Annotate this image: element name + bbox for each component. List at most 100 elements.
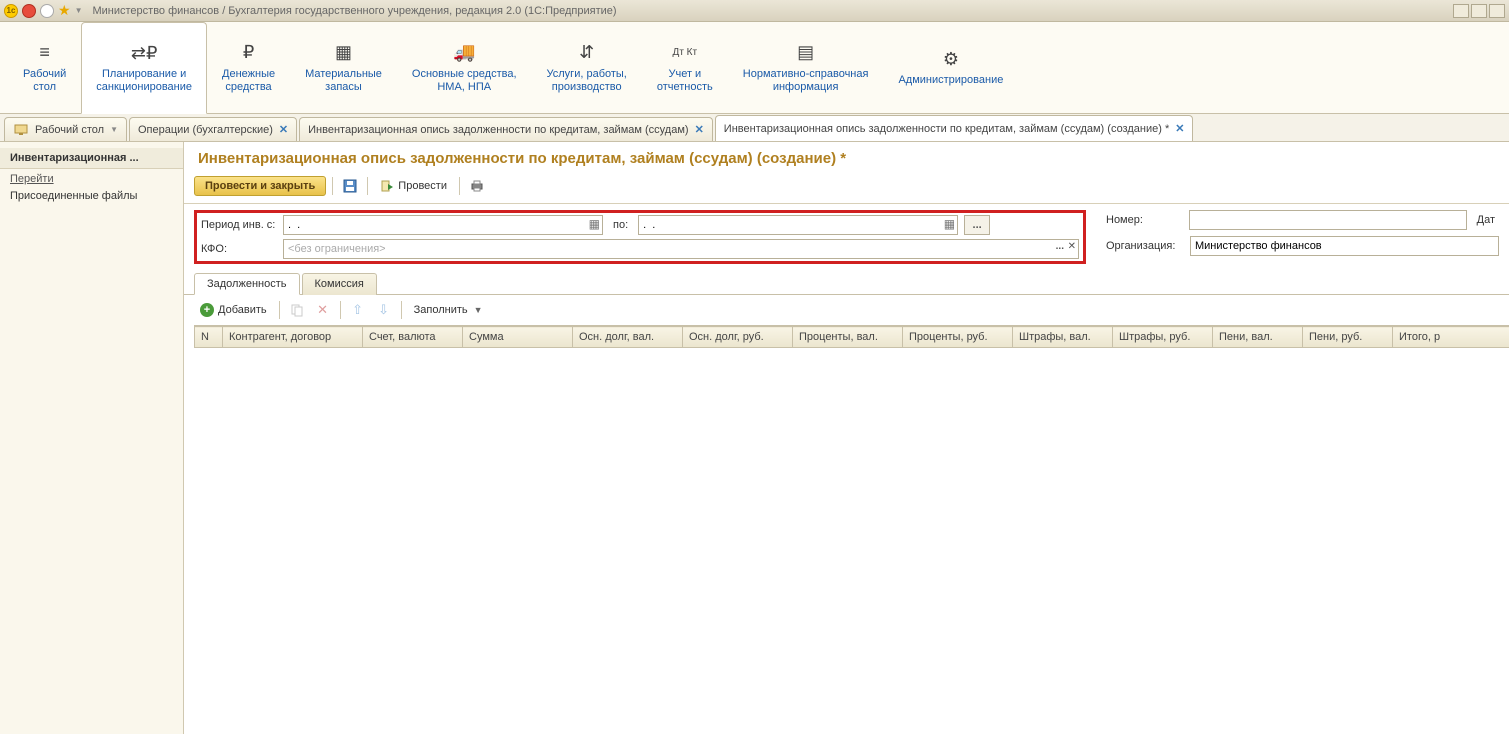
separator — [401, 301, 402, 319]
calendar-icon[interactable]: ▦ — [589, 217, 600, 231]
period-from-label: Период инв. с: — [201, 219, 277, 231]
period-from-input[interactable]: ▦ — [283, 215, 603, 235]
add-row-button[interactable]: + Добавить — [194, 301, 273, 319]
titlebar-button-2[interactable] — [1471, 4, 1487, 18]
col-penalty-val[interactable]: Пени, вал. — [1213, 327, 1303, 348]
ruble-icon: ₽ — [243, 42, 254, 64]
titlebar-button-3[interactable] — [1489, 4, 1505, 18]
col-principal-val[interactable]: Осн. долг, вал. — [573, 327, 683, 348]
chevron-down-icon[interactable]: ▼ — [110, 125, 118, 134]
doctab-inventory-create[interactable]: Инвентаризационная опись задолженности п… — [715, 115, 1194, 141]
save-icon[interactable] — [339, 175, 361, 197]
number-label: Номер: — [1106, 214, 1183, 226]
kfo-placeholder: <без ограничения> — [288, 243, 386, 255]
chevron-down-icon: ▼ — [474, 305, 483, 315]
tab-debt[interactable]: Задолженность — [194, 273, 300, 295]
print-icon[interactable] — [466, 175, 488, 197]
org-label: Организация: — [1106, 240, 1184, 252]
col-total[interactable]: Итого, р — [1393, 327, 1509, 348]
doctab-label: Операции (бухгалтерские) — [138, 124, 273, 136]
kfo-input[interactable]: <без ограничения> ... ✕ — [283, 239, 1079, 259]
col-interest-rub[interactable]: Проценты, руб. — [903, 327, 1013, 348]
sidepanel-goto-label: Перейти — [0, 169, 183, 187]
period-select-button[interactable]: ... — [964, 215, 990, 235]
doctab-label: Инвентаризационная опись задолженности п… — [308, 124, 688, 136]
period-to-input[interactable]: ▦ — [638, 215, 958, 235]
section-assets[interactable]: 🚚 Основные средства,НМА, НПА — [397, 22, 532, 113]
move-up-icon[interactable]: ⇧ — [347, 299, 369, 321]
post-and-close-button[interactable]: Провести и закрыть — [194, 176, 326, 196]
col-penalty-rub[interactable]: Пени, руб. — [1303, 327, 1393, 348]
section-services[interactable]: ⇵ Услуги, работы,производство — [532, 22, 642, 113]
exchange-icon: ⇄₽ — [131, 42, 158, 64]
kfo-label: КФО: — [201, 243, 277, 255]
book-icon: ▤ — [797, 42, 814, 64]
section-label: Материальные — [305, 68, 382, 80]
sections-panel: ≡ Рабочийстол ⇄₽ Планирование исанкциони… — [0, 22, 1509, 114]
post-button[interactable]: Провести — [374, 175, 453, 197]
hamburger-icon: ≡ — [39, 42, 50, 64]
copy-row-icon[interactable] — [286, 299, 308, 321]
separator — [332, 177, 333, 195]
number-input[interactable] — [1189, 210, 1466, 230]
separator — [340, 301, 341, 319]
section-accounting[interactable]: Дт Кт Учет иотчетность — [642, 22, 728, 113]
titlebar-button-1[interactable] — [1453, 4, 1469, 18]
window-title: Министерство финансов / Бухгалтерия госу… — [92, 5, 616, 17]
separator — [279, 301, 280, 319]
fill-button[interactable]: Заполнить ▼ — [408, 302, 489, 318]
add-label: Добавить — [218, 304, 267, 316]
section-desktop[interactable]: ≡ Рабочийстол — [8, 22, 81, 113]
section-admin[interactable]: ⚙ Администрирование — [883, 22, 1018, 113]
window-titlebar: 1c ★ ▼ Министерство финансов / Бухгалтер… — [0, 0, 1509, 22]
move-down-icon[interactable]: ⇩ — [373, 299, 395, 321]
dropdown-arrow-icon[interactable]: ▼ — [75, 6, 83, 15]
section-label: Администрирование — [898, 74, 1003, 86]
doctab-desktop[interactable]: Рабочий стол ▼ — [4, 117, 127, 141]
sidepanel-head: Инвентаризационная ... — [0, 148, 183, 169]
dtkt-icon: Дт Кт — [673, 42, 698, 64]
col-fines-val[interactable]: Штрафы, вал. — [1013, 327, 1113, 348]
doctab-label: Инвентаризационная опись задолженности п… — [724, 123, 1169, 135]
col-fines-rub[interactable]: Штрафы, руб. — [1113, 327, 1213, 348]
col-contractor[interactable]: Контрагент, договор — [223, 327, 363, 348]
section-label: Планирование и — [102, 68, 186, 80]
col-principal-rub[interactable]: Осн. долг, руб. — [683, 327, 793, 348]
calendar-icon[interactable]: ▦ — [944, 217, 955, 231]
sidepanel-link-attached-files[interactable]: Присоединенные файлы — [0, 187, 183, 205]
window-close-icon[interactable] — [22, 4, 36, 18]
doctab-operations[interactable]: Операции (бухгалтерские) ✕ — [129, 117, 297, 141]
col-n[interactable]: N — [195, 327, 223, 348]
section-money[interactable]: ₽ Денежныесредства — [207, 22, 290, 113]
form-sidepanel: Инвентаризационная ... Перейти Присоедин… — [0, 142, 184, 734]
clear-icon[interactable]: ✕ — [1068, 241, 1076, 252]
tab-commission[interactable]: Комиссия — [302, 273, 377, 295]
app-1c-icon[interactable]: 1c — [4, 4, 18, 18]
col-account[interactable]: Счет, валюта — [363, 327, 463, 348]
col-sum[interactable]: Сумма — [463, 327, 573, 348]
debt-table: N Контрагент, договор Счет, валюта Сумма… — [194, 326, 1509, 348]
delete-row-icon[interactable]: ✕ — [312, 299, 334, 321]
org-input[interactable] — [1190, 236, 1499, 256]
section-materials[interactable]: ▦ Материальныезапасы — [290, 22, 397, 113]
section-label: Основные средства, — [412, 68, 517, 80]
desktop-icon — [13, 122, 29, 138]
fill-label: Заполнить — [414, 304, 468, 316]
close-icon[interactable]: ✕ — [695, 123, 704, 136]
col-interest-val[interactable]: Проценты, вал. — [793, 327, 903, 348]
updown-icon: ⇵ — [579, 42, 594, 64]
close-icon[interactable]: ✕ — [1175, 122, 1184, 135]
close-icon[interactable]: ✕ — [279, 123, 288, 136]
document-title: Инвентаризационная опись задолженности п… — [184, 142, 1509, 173]
ellipsis-icon[interactable]: ... — [1056, 241, 1064, 252]
doctab-inventory-list[interactable]: Инвентаризационная опись задолженности п… — [299, 117, 713, 141]
section-reference[interactable]: ▤ Нормативно-справочнаяинформация — [728, 22, 884, 113]
table-area[interactable]: N Контрагент, договор Счет, валюта Сумма… — [194, 325, 1509, 734]
section-planning[interactable]: ⇄₽ Планирование исанкционирование — [81, 22, 207, 114]
document-tabs: Рабочий стол ▼ Операции (бухгалтерские) … — [0, 114, 1509, 142]
window-back-icon[interactable] — [40, 4, 54, 18]
table-command-bar: + Добавить ✕ ⇧ ⇩ Заполнить ▼ — [184, 295, 1509, 325]
favorite-star-icon[interactable]: ★ — [58, 2, 71, 19]
grid-icon: ▦ — [335, 42, 352, 64]
section-label: Услуги, работы, — [547, 68, 627, 80]
